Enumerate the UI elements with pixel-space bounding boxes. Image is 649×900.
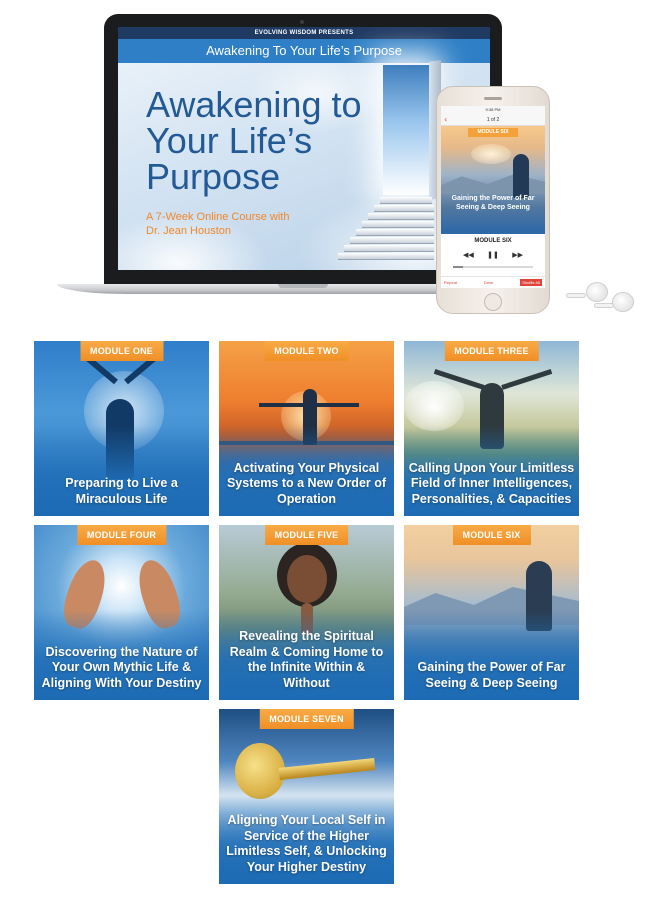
rewind-icon[interactable]: ◀◀ [463,251,474,259]
module-tile-four[interactable]: MODULE FOUR Discovering the Nature of Yo… [34,525,209,700]
module-tile-six[interactable]: MODULE SIX Gaining the Power of Far Seei… [404,525,579,700]
module-title: Preparing to Live a Miraculous Life [65,476,178,506]
phone-status-bar: 9:38 PM [441,106,545,114]
subtitle-line: Dr. Jean Houston [146,225,231,237]
transport-controls: ◀◀ ❚❚ ▶▶ [463,251,523,259]
key-shaft [278,758,376,780]
course-banner-title: Awakening To Your Life’s Purpose [118,39,490,63]
shuffle-all-button[interactable]: Shuffle All [520,279,542,286]
pause-icon[interactable]: ❚❚ [487,251,499,259]
phone-nav-title: 1 of 2 [441,114,545,126]
module-title: Aligning Your Local Self in Service of t… [226,813,387,874]
module-tag: MODULE FOUR [76,525,167,545]
module-title: Calling Upon Your Limitless Field of Inn… [408,460,575,506]
phone-module-title: Gaining the Power of Far Seeing & Deep S… [451,195,535,211]
module-title: Discovering the Nature of Your Own Mythi… [41,644,202,690]
module-tag: MODULE THREE [444,341,539,361]
module-tile-five[interactable]: MODULE FIVE Revealing the Spiritual Real… [219,525,394,700]
earbud-stem [594,303,614,308]
repeat-button[interactable]: Repeat [444,280,457,285]
module-tile-two[interactable]: MODULE TWO Activating Your Physical Syst… [219,341,394,516]
subtitle-line: A 7-Week Online Course with [146,211,290,223]
sun-glow [471,144,511,164]
module-tag: MODULE SEVEN [259,709,354,729]
module-tile-seven[interactable]: MODULE SEVEN Aligning Your Local Self in… [219,709,394,884]
stair-step [374,205,434,212]
stair-step [356,229,434,236]
module-tile-one[interactable]: MODULE ONE Preparing to Live a Miraculou… [34,341,209,516]
module-title: Gaining the Power of Far Seeing & Deep S… [417,660,566,690]
stair-step [368,213,434,220]
woman-silhouette [513,154,529,198]
module-title: Revealing the Spiritual Realm & Coming H… [229,629,384,690]
outstretched-arms [259,403,359,407]
course-cover-screen: EVOLVING WISDOM PRESENTS Awakening To Yo… [118,27,490,270]
outstretched-arm [501,369,553,390]
mountain-silhouette [441,174,545,194]
sunburst [404,381,464,431]
phone-speaker [484,97,502,100]
presenter-label: EVOLVING WISDOM PRESENTS [118,27,490,39]
phone-footer-bar: Repeat Done Shuffle All [441,276,545,288]
stair-step [338,253,434,260]
key-bow [235,743,285,799]
chevron-left-icon[interactable]: ‹ [444,114,447,126]
course-heading: Awakening to Your Life’s Purpose [146,87,396,195]
stair-step [344,245,434,252]
phone-home-button [484,293,502,311]
phone-module-artwork [441,126,545,234]
stair-step [350,237,434,244]
course-subtitle: A 7-Week Online Course with Dr. Jean Hou… [146,210,356,238]
now-playing-label: MODULE SIX [474,238,512,244]
heading-line: Awakening to [146,84,362,125]
earbud-icon [586,282,608,302]
fast-forward-icon[interactable]: ▶▶ [512,251,523,259]
module-tile-three[interactable]: MODULE THREE Calling Upon Your Limitless… [404,341,579,516]
module-tag: MODULE SIX [452,525,531,545]
module-tag: MODULE FIVE [264,525,349,545]
done-button[interactable]: Done [484,280,494,285]
phone-audio-player: 9:38 PM 1 of 2 ‹ MODULE SIX Gaining the … [441,106,545,288]
phone-player-controls: MODULE SIX ◀◀ ❚❚ ▶▶ Repeat Done Shuffle … [441,234,545,288]
earbud-icon [612,292,634,312]
heading-line: Purpose [146,156,281,197]
stair-step [380,197,432,204]
heading-line: Your Life’s [146,120,313,161]
phone-module-tag: MODULE SIX [468,128,518,137]
earbud-stem [566,293,586,298]
stair-step [362,221,434,228]
laptop-camera [300,20,304,24]
module-tag: MODULE TWO [264,341,349,361]
module-title: Activating Your Physical Systems to a Ne… [226,460,387,506]
face [287,555,327,603]
module-tag: MODULE ONE [79,341,164,361]
playback-progress-bar[interactable] [453,266,533,268]
laptop-notch [278,284,328,288]
progress-fill [453,266,463,268]
